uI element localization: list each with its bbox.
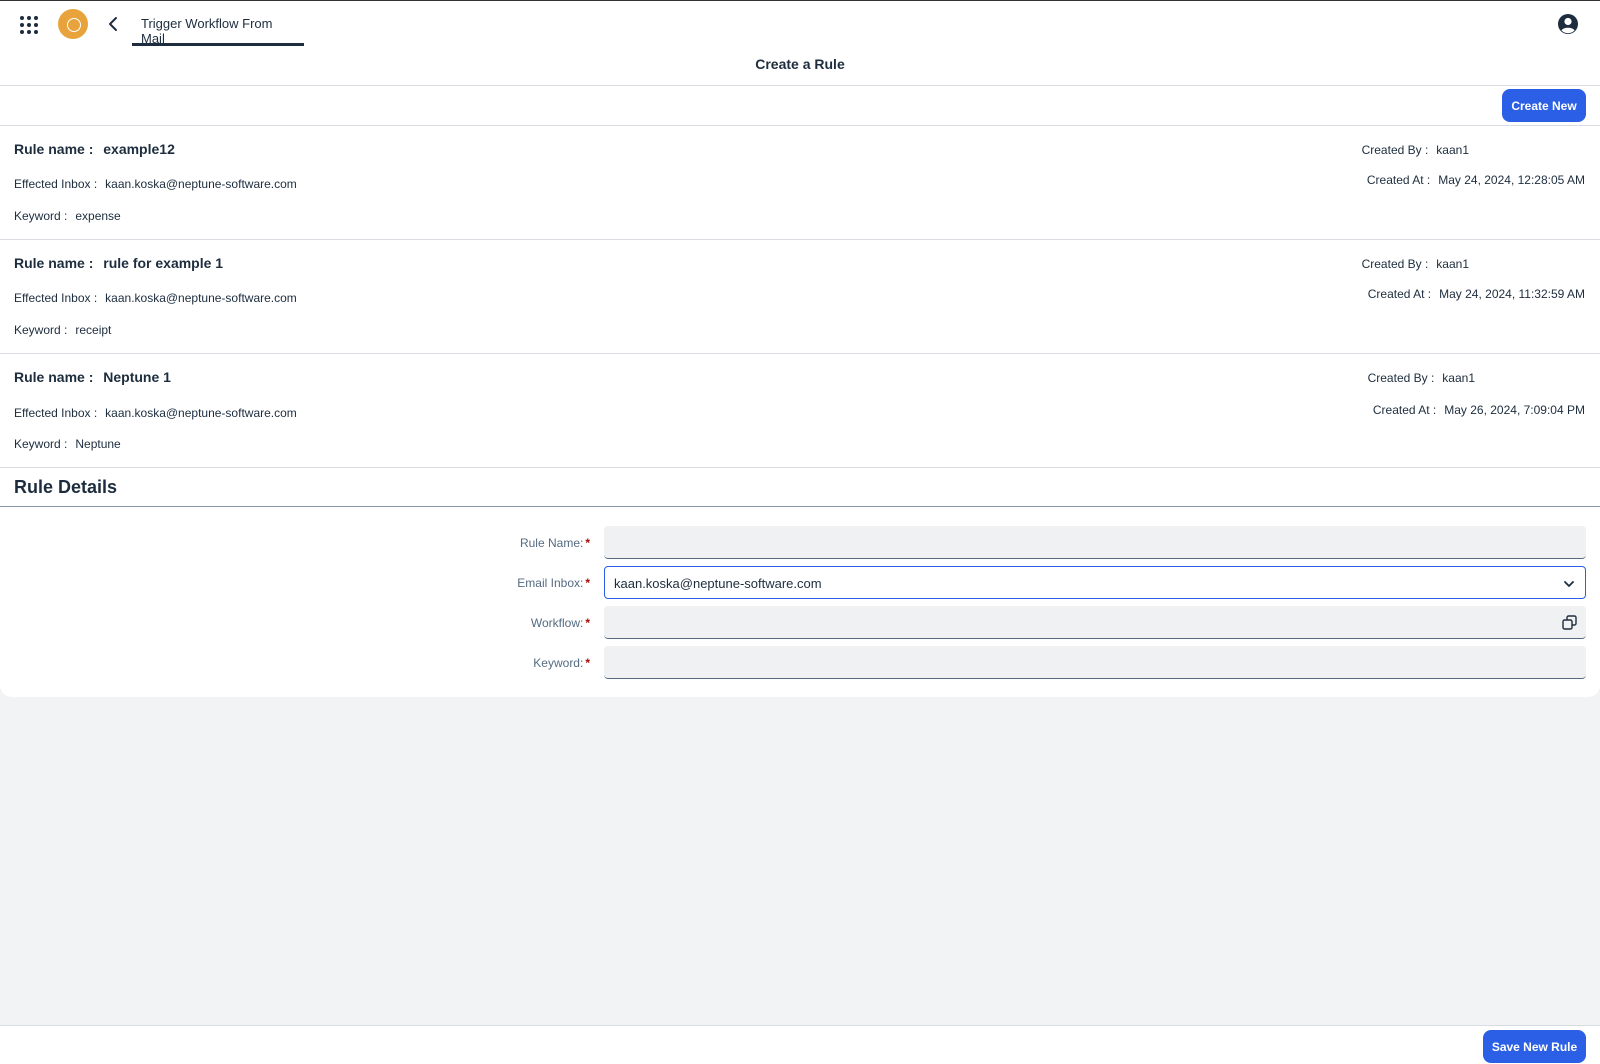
list-item[interactable]: Rule name : Neptune 1 Effected Inbox : ka… (0, 354, 1600, 468)
created-at-label: Created At : (1367, 287, 1432, 301)
chevron-left-icon[interactable] (105, 15, 121, 33)
chevron-down-icon[interactable] (1562, 577, 1576, 591)
rule-details-header: Rule Details (0, 468, 1600, 507)
required-mark: * (585, 616, 590, 630)
rule-name-label: Rule name : (14, 255, 94, 271)
rule-name: Rule name : example12 (14, 141, 175, 157)
page-header: Create a Rule (0, 46, 1600, 86)
inbox-value: kaan.koska@neptune-software.com (105, 177, 297, 191)
rule-name-value: Neptune 1 (103, 369, 171, 385)
keyword-value: Neptune (75, 437, 121, 451)
rule-inbox: Effected Inbox : kaan.koska@neptune-softw… (14, 177, 297, 191)
rule-name-input[interactable] (604, 526, 1586, 559)
workflow-input[interactable] (604, 606, 1586, 639)
keyword-value: receipt (75, 323, 112, 337)
rule-name-row: Rule Name: * (0, 526, 1600, 560)
rule-name-value: example12 (103, 141, 175, 157)
created-by: Created By : kaan1 (1362, 143, 1469, 157)
inbox-label: Effected Inbox : (14, 177, 98, 191)
created-by-label: Created By : (1361, 257, 1429, 271)
workflow-row: Workflow: * (0, 606, 1600, 640)
list-item[interactable]: Rule name : rule for example 1 Effected … (0, 240, 1600, 354)
list-item[interactable]: Rule name : example12 Effected Inbox : ka… (0, 126, 1600, 240)
created-at-value: May 24, 2024, 11:32:59 AM (1439, 287, 1585, 301)
created-by: Created By : kaan1 (1368, 371, 1475, 385)
user-icon[interactable] (1557, 13, 1579, 35)
created-by-value: kaan1 (1436, 143, 1469, 157)
rule-name-label: Rule name : (14, 369, 94, 385)
email-inbox-field-label: Email Inbox: * (517, 576, 590, 590)
created-by-value: kaan1 (1442, 371, 1475, 385)
created-at-label: Created At : (1366, 173, 1431, 187)
created-at: Created At : May 26, 2024, 7:09:04 PM (1373, 403, 1585, 417)
keyword-value: expense (75, 209, 121, 223)
app-title-tab[interactable]: Trigger Workflow From Mail (132, 1, 304, 46)
created-at-value: May 26, 2024, 7:09:04 PM (1444, 403, 1585, 417)
created-at: Created At : May 24, 2024, 11:32:59 AM (1368, 287, 1585, 301)
required-mark: * (585, 576, 590, 590)
created-by-label: Created By : (1367, 371, 1435, 385)
app-logo (58, 9, 88, 39)
rule-details-title: Rule Details (14, 477, 118, 497)
rule-name-value: rule for example 1 (103, 255, 224, 271)
page-title: Create a Rule (755, 56, 845, 72)
footer-toolbar: Save New Rule (0, 1025, 1600, 1064)
created-by: Created By : kaan1 (1362, 257, 1469, 271)
inbox-value: kaan.koska@neptune-software.com (105, 406, 297, 420)
inbox-value: kaan.koska@neptune-software.com (105, 291, 297, 305)
rule-keyword: Keyword : receipt (14, 323, 111, 337)
keyword-label: Keyword : (14, 209, 68, 223)
rule-inbox: Effected Inbox : kaan.koska@neptune-softw… (14, 291, 297, 305)
inbox-label: Effected Inbox : (14, 406, 98, 420)
rules-list: Rule name : example12 Effected Inbox : ka… (0, 126, 1600, 468)
keyword-row: Keyword: * (0, 646, 1600, 680)
rule-keyword: Keyword : expense (14, 209, 121, 223)
keyword-field-label: Keyword: * (533, 656, 590, 670)
created-at-value: May 24, 2024, 12:28:05 AM (1438, 173, 1585, 187)
rule-name-field-label: Rule Name: * (519, 536, 590, 550)
keyword-label: Keyword : (14, 437, 68, 451)
email-inbox-select[interactable]: kaan.koska@neptune-software.com (604, 566, 1586, 599)
rule-inbox: Effected Inbox : kaan.koska@neptune-softw… (14, 406, 297, 420)
created-at: Created At : May 24, 2024, 12:28:05 AM (1367, 173, 1585, 187)
grid-icon[interactable] (19, 15, 39, 35)
value-help-icon[interactable] (1562, 615, 1577, 630)
keyword-input[interactable] (604, 646, 1586, 679)
email-inbox-row: Email Inbox: * kaan.koska@neptune-softwar… (0, 566, 1600, 600)
toolbar: Create New (0, 86, 1600, 126)
created-by-label: Created By : (1361, 143, 1429, 157)
save-new-rule-button[interactable]: Save New Rule (1483, 1030, 1586, 1063)
inbox-label: Effected Inbox : (14, 291, 98, 305)
rule-details-panel: Rule Details Rule Name: * Email Inbox: * k… (0, 468, 1600, 697)
shell-bar: Trigger Workflow From Mail (0, 0, 1600, 46)
email-inbox-value: kaan.koska@neptune-software.com (614, 576, 822, 591)
workflow-field-label: Workflow: * (530, 616, 590, 630)
required-mark: * (585, 536, 590, 550)
rule-keyword: Keyword : Neptune (14, 437, 121, 451)
rule-name: Rule name : rule for example 1 (14, 255, 223, 271)
created-at-label: Created At : (1372, 403, 1437, 417)
keyword-label: Keyword : (14, 323, 68, 337)
required-mark: * (585, 656, 590, 670)
rule-name: Rule name : Neptune 1 (14, 369, 171, 385)
created-by-value: kaan1 (1436, 257, 1469, 271)
rule-name-label: Rule name : (14, 141, 94, 157)
create-new-button[interactable]: Create New (1502, 89, 1586, 122)
